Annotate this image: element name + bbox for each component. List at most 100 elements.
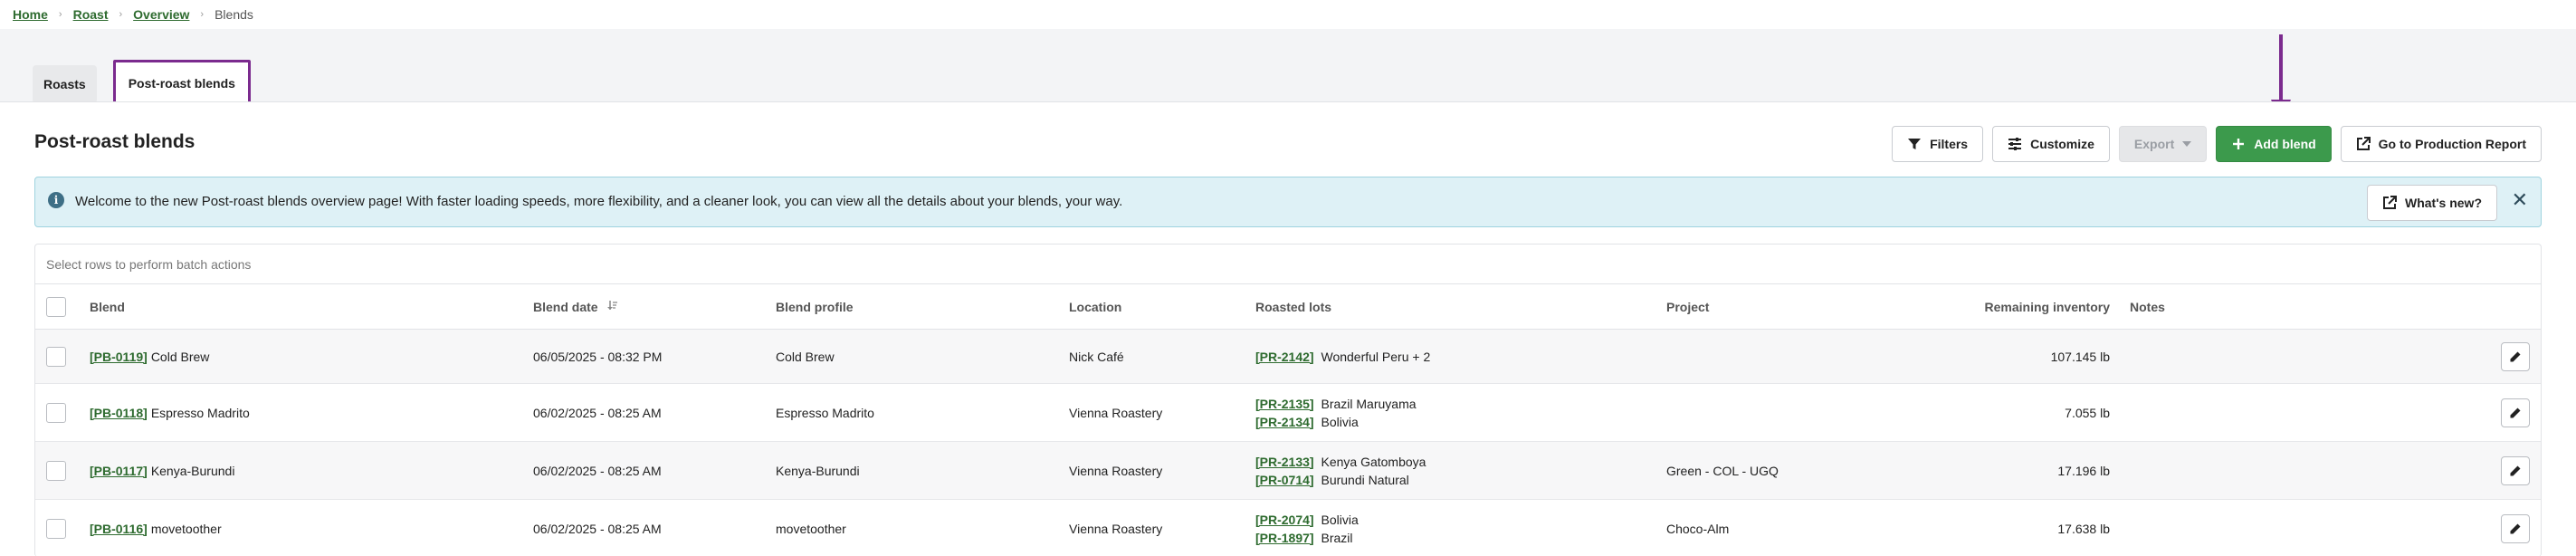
roasted-lot: [PR-2074] Bolivia [1255, 511, 1359, 529]
add-blend-label: Add blend [2254, 137, 2316, 151]
whats-new-button[interactable]: What's new? [2367, 185, 2497, 221]
lot-name: Brazil [1321, 530, 1353, 545]
remaining-inventory: 17.196 lb [2057, 463, 2110, 478]
blend-code-link[interactable]: [PB-0119] [90, 350, 148, 364]
row-checkbox[interactable] [46, 346, 66, 367]
batch-actions-hint: Select rows to perform batch actions [35, 244, 2541, 284]
breadcrumb-separator: › [58, 9, 62, 20]
roasted-lots: [PR-2133] Kenya Gatomboya [PR-0714] Buru… [1255, 442, 1426, 499]
lot-code-link[interactable]: [PR-2142] [1255, 350, 1314, 364]
col-roasted-lots[interactable]: Roasted lots [1255, 284, 1331, 329]
location: Vienna Roastery [1069, 521, 1163, 536]
lot-code-link[interactable]: [PR-2133] [1255, 455, 1314, 469]
external-link-icon [2382, 196, 2397, 210]
blend-code-link[interactable]: [PB-0118] [90, 406, 148, 420]
location: Vienna Roastery [1069, 405, 1163, 420]
main-panel: Post-roast blends Filters Customize Expo… [0, 101, 2576, 556]
remaining-inventory: 7.055 lb [2065, 405, 2110, 420]
table-row[interactable]: [PB-0116] movetoother 06/02/2025 - 08:25… [35, 500, 2541, 556]
info-icon: i [48, 192, 64, 208]
location: Vienna Roastery [1069, 463, 1163, 478]
filter-icon [1907, 137, 1922, 151]
lot-name: Bolivia [1321, 512, 1359, 527]
col-blend[interactable]: Blend [90, 284, 125, 329]
col-blend-date-label: Blend date [533, 299, 598, 314]
roasted-lots: [PR-2135] Brazil Maruyama [PR-2134] Boli… [1255, 384, 1417, 441]
lot-code-link[interactable]: [PR-2135] [1255, 397, 1314, 411]
select-all-checkbox[interactable] [46, 296, 66, 317]
blend-date: 06/02/2025 - 08:25 AM [533, 463, 662, 478]
pencil-icon [2510, 407, 2521, 417]
pencil-icon [2510, 523, 2521, 533]
col-remaining-inventory[interactable]: Remaining inventory [1846, 284, 2110, 329]
lot-name: Kenya Gatomboya [1321, 454, 1426, 469]
roasted-lot: [PR-2135] Brazil Maruyama [1255, 395, 1417, 413]
blend-profile: movetoother [776, 521, 846, 536]
lot-name: Burundi Natural [1321, 472, 1409, 487]
page-title: Post-roast blends [34, 131, 196, 152]
chevron-down-icon [2182, 141, 2192, 147]
lot-name: Bolivia [1321, 414, 1359, 429]
edit-button[interactable] [2501, 513, 2530, 543]
blend-code-link[interactable]: [PB-0117] [90, 464, 148, 478]
export-label: Export [2133, 137, 2175, 151]
tab-roasts[interactable]: Roasts [33, 65, 97, 103]
lot-code-link[interactable]: [PR-2134] [1255, 415, 1314, 429]
roasted-lot: [PR-2134] Bolivia [1255, 413, 1359, 431]
row-checkbox[interactable] [46, 518, 66, 539]
info-banner: i Welcome to the new Post-roast blends o… [34, 177, 2542, 227]
add-blend-button[interactable]: Add blend [2216, 126, 2332, 162]
customize-button[interactable]: Customize [1992, 126, 2110, 162]
col-notes[interactable]: Notes [2130, 284, 2165, 329]
remaining-inventory: 107.145 lb [2050, 349, 2110, 364]
edit-button[interactable] [2501, 455, 2530, 485]
row-checkbox[interactable] [46, 402, 66, 423]
edit-button[interactable] [2501, 341, 2530, 371]
blend-name: Kenya-Burundi [150, 463, 235, 478]
sliders-icon [2008, 137, 2022, 151]
edit-button[interactable] [2501, 398, 2530, 427]
roasted-lot: [PR-2142] Wonderful Peru + 2 [1255, 348, 1430, 366]
close-icon[interactable]: ✕ [2512, 190, 2528, 210]
lot-code-link[interactable]: [PR-2074] [1255, 513, 1314, 527]
blend-date: 06/02/2025 - 08:25 AM [533, 405, 662, 420]
whats-new-label: What's new? [2405, 196, 2482, 210]
row-checkbox[interactable] [46, 460, 66, 481]
col-project[interactable]: Project [1666, 284, 1709, 329]
customize-label: Customize [2030, 137, 2094, 151]
remaining-inventory: 17.638 lb [2057, 521, 2110, 536]
filters-label: Filters [1930, 137, 1969, 151]
col-location[interactable]: Location [1069, 284, 1121, 329]
blend-name: Cold Brew [150, 349, 210, 364]
export-button[interactable]: Export [2118, 126, 2208, 162]
breadcrumb-home[interactable]: Home [13, 7, 48, 22]
blend-profile: Kenya-Burundi [776, 463, 860, 478]
lot-code-link[interactable]: [PR-1897] [1255, 531, 1314, 545]
pencil-icon [2510, 465, 2521, 475]
project: Choco-Alm [1666, 521, 1730, 536]
breadcrumb: Home › Roast › Overview › Blends [13, 4, 253, 25]
roasted-lot: [PR-2133] Kenya Gatomboya [1255, 453, 1426, 471]
blend-date: 06/05/2025 - 08:32 PM [533, 349, 663, 364]
table-row[interactable]: [PB-0117] Kenya-Burundi 06/02/2025 - 08:… [35, 442, 2541, 500]
breadcrumb-overview[interactable]: Overview [133, 7, 189, 22]
blend-date: 06/02/2025 - 08:25 AM [533, 521, 662, 536]
lot-name: Brazil Maruyama [1321, 396, 1417, 411]
col-blend-profile[interactable]: Blend profile [776, 284, 854, 329]
roasted-lot: [PR-0714] Burundi Natural [1255, 471, 1409, 489]
breadcrumb-roast[interactable]: Roast [73, 7, 109, 22]
pencil-icon [2510, 351, 2521, 361]
blend-profile: Espresso Madrito [776, 405, 874, 420]
sort-icon[interactable] [606, 300, 618, 313]
production-report-button[interactable]: Go to Production Report [2340, 126, 2542, 162]
col-blend-date[interactable]: Blend date [533, 284, 618, 329]
production-report-label: Go to Production Report [2378, 137, 2526, 151]
table-row[interactable]: [PB-0119] Cold Brew 06/05/2025 - 08:32 P… [35, 330, 2541, 384]
blend-name: Espresso Madrito [150, 405, 250, 420]
filters-button[interactable]: Filters [1892, 126, 1984, 162]
lot-code-link[interactable]: [PR-0714] [1255, 473, 1314, 487]
tab-post-roast-blends[interactable]: Post-roast blends [112, 60, 251, 107]
table-row[interactable]: [PB-0118] Espresso Madrito 06/02/2025 - … [35, 384, 2541, 442]
blend-code-link[interactable]: [PB-0116] [90, 522, 148, 536]
project: Green - COL - UGQ [1666, 463, 1779, 478]
